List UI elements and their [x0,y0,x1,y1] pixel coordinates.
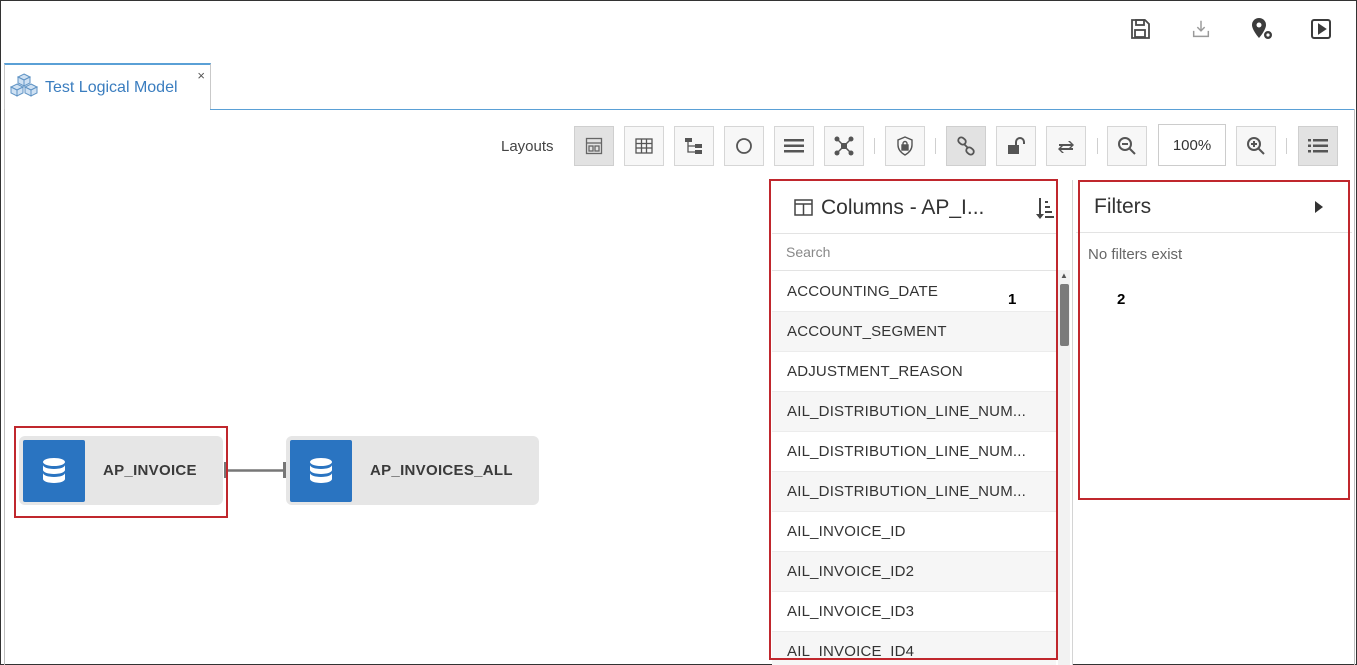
toolbar-separator [1097,138,1098,154]
filters-panel-header: Filters [1076,182,1352,233]
entity-label: AP_INVOICES_ALL [370,462,513,479]
expand-arrow-icon[interactable] [1312,199,1326,215]
list-layout-button[interactable] [774,126,814,166]
auto-layout-button[interactable] [574,126,614,166]
connector-end-left [224,462,227,478]
properties-panel-button[interactable] [1298,126,1338,166]
zoom-value: 100% [1172,136,1212,154]
toolbar-separator [935,138,936,154]
location-settings-icon[interactable] [1249,16,1275,42]
filters-panel-title: Filters [1094,195,1152,218]
callout-1: 1 [1008,291,1017,308]
tab-test-logical-model[interactable]: Test Logical Model × [4,63,211,110]
refresh-button[interactable] [1046,126,1086,166]
grid-layout-button[interactable] [624,126,664,166]
cubes-icon [9,72,39,103]
column-row[interactable]: AIL_INVOICE_ID2 [772,552,1056,592]
toolbar-separator [1286,138,1287,154]
tree-layout-button[interactable] [674,126,714,166]
columns-panel: Columns - AP_I... ACCOUNTING_DATEACCOUNT… [772,182,1072,665]
column-row[interactable]: AIL_DISTRIBUTION_LINE_NUM... [772,392,1056,432]
tab-label: Test Logical Model [45,78,178,96]
columns-search-input[interactable] [772,234,1056,271]
column-row[interactable]: AIL_INVOICE_ID [772,512,1056,552]
database-icon [290,439,352,502]
join-connector[interactable] [226,469,286,472]
link-button[interactable] [946,126,986,166]
column-row[interactable]: AIL_INVOICE_ID4 [772,632,1056,665]
scroll-thumb[interactable] [1060,284,1069,346]
column-row[interactable]: ADJUSTMENT_REASON [772,352,1056,392]
zoom-level-field[interactable]: 100% [1158,124,1226,166]
column-row[interactable]: ACCOUNT_SEGMENT [772,312,1056,352]
layouts-label: Layouts [501,138,554,155]
download-icon[interactable] [1188,16,1214,42]
columns-list: ACCOUNTING_DATE ACCOUNT_SEGMENT ADJUSTMENT… [772,272,1056,665]
column-row[interactable]: AIL_DISTRIBUTION_LINE_NUM... [772,472,1056,512]
callout-2: 2 [1117,291,1126,308]
network-layout-button[interactable] [824,126,864,166]
database-icon [23,439,85,502]
scroll-up-icon[interactable]: ▲ [1058,270,1070,282]
columns-scrollbar[interactable]: ▲ [1058,270,1070,665]
column-row[interactable]: AIL_DISTRIBUTION_LINE_NUM... [772,432,1056,472]
unlock-button[interactable] [996,126,1036,166]
filters-empty-text: No filters exist [1088,246,1183,263]
zoom-in-button[interactable] [1236,126,1276,166]
sort-icon[interactable] [1032,196,1056,220]
close-icon[interactable]: × [197,68,205,83]
zoom-out-button[interactable] [1107,126,1147,166]
filters-panel: Filters No filters exist [1076,182,1352,500]
run-icon[interactable] [1308,16,1334,42]
columns-icon [794,199,813,216]
toolbar-separator [874,138,875,154]
columns-panel-title: Columns - AP_I... [821,195,985,219]
security-shield-button[interactable] [885,126,925,166]
column-row[interactable]: AIL_INVOICE_ID3 [772,592,1056,632]
entity-node-ap-invoices-all[interactable]: AP_INVOICES_ALL [286,436,539,505]
panel-divider [1072,180,1073,665]
circle-layout-button[interactable] [724,126,764,166]
columns-panel-header: Columns - AP_I... [772,182,1056,234]
save-icon[interactable] [1127,16,1153,42]
entity-node-ap-invoice[interactable]: AP_INVOICE [19,436,223,505]
entity-label: AP_INVOICE [103,462,197,479]
